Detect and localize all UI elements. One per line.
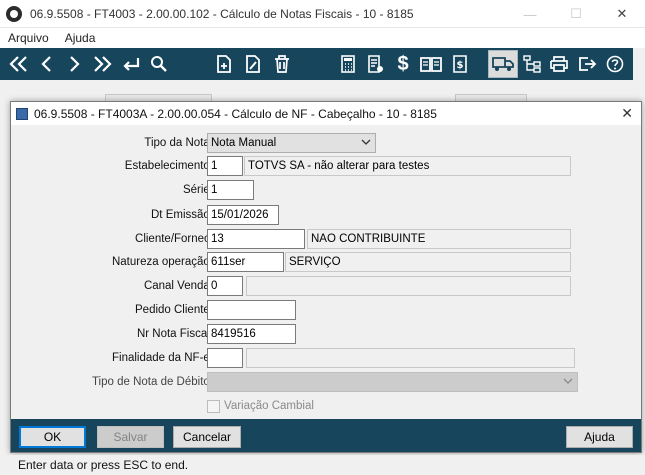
tipo-debito-select[interactable]: [207, 372, 578, 392]
estabelecimento-description: TOTVS SA - não alterar para testes: [244, 156, 571, 176]
canal-venda-label: Canal Venda:: [143, 280, 213, 292]
svg-text:$: $: [457, 60, 464, 71]
cliente-description: NAO CONTRIBUINTE: [307, 229, 571, 249]
nr-nota-label: Nr Nota Fiscal:: [136, 328, 213, 340]
app-logo-icon: [6, 5, 22, 22]
dt-emissao-input[interactable]: 15/01/2026: [207, 205, 279, 225]
salvar-button[interactable]: Salvar: [97, 426, 164, 448]
new-document-icon[interactable]: [212, 48, 236, 80]
cliente-input[interactable]: 13: [207, 229, 305, 249]
book-icon[interactable]: [417, 48, 445, 80]
truck-icon[interactable]: [488, 50, 518, 78]
main-toolbar: $ $: [0, 48, 633, 80]
dialog-title-bar: 06.9.5508 - FT4003A - 2.00.00.054 - Cálc…: [11, 102, 641, 125]
nr-nota-input[interactable]: 8419516: [207, 324, 296, 344]
tipo-nota-label: Tipo da Nota:: [144, 137, 213, 149]
estabelecimento-label: Estabelecimento:: [124, 160, 213, 172]
finalidade-input[interactable]: [207, 348, 243, 368]
chevron-down-icon: [563, 376, 573, 386]
hierarchy-icon[interactable]: [520, 48, 544, 80]
variacao-cambial-checkbox[interactable]: Variação Cambial: [207, 398, 314, 414]
main-title-bar: 06.9.5508 - FT4003 - 2.00.00.102 - Cálcu…: [0, 0, 645, 28]
first-icon[interactable]: [6, 48, 32, 80]
dialog-close-button[interactable]: ✕: [621, 105, 633, 122]
help-icon[interactable]: [603, 48, 627, 80]
finalidade-description: [246, 348, 575, 368]
checkbox-box[interactable]: [207, 399, 220, 413]
last-icon[interactable]: [89, 48, 115, 80]
close-button[interactable]: ✕: [599, 0, 645, 28]
natureza-input[interactable]: 611ser: [207, 252, 284, 272]
cancelar-button[interactable]: Cancelar: [173, 426, 241, 448]
minimize-button[interactable]: —: [507, 0, 553, 28]
menu-ajuda[interactable]: Ajuda: [57, 31, 104, 45]
edit-document-icon[interactable]: [241, 48, 265, 80]
pedido-cliente-label: Pedido Cliente:: [135, 304, 213, 316]
main-window-title: 06.9.5508 - FT4003 - 2.00.00.102 - Cálcu…: [30, 6, 414, 21]
nf-header-dialog: 06.9.5508 - FT4003A - 2.00.00.054 - Cálc…: [10, 101, 642, 453]
canal-venda-description: [246, 276, 571, 296]
print-icon[interactable]: [547, 48, 571, 80]
natureza-label: Natureza operação:: [111, 256, 213, 268]
window-controls: — ☐ ✕: [507, 0, 645, 28]
exit-icon[interactable]: [575, 48, 599, 80]
dollar-icon[interactable]: $: [391, 48, 415, 80]
menu-arquivo[interactable]: Arquivo: [0, 31, 57, 45]
dialog-app-icon: [16, 107, 28, 120]
finalidade-label: Finalidade da NF-e:: [112, 352, 213, 364]
ajuda-button[interactable]: Ajuda: [566, 426, 633, 448]
pedido-cliente-input[interactable]: [207, 300, 296, 320]
cliente-label: Cliente/Fornec:: [135, 233, 213, 245]
dialog-title: 06.9.5508 - FT4003A - 2.00.00.054 - Cálc…: [34, 106, 437, 121]
variacao-cambial-label: Variação Cambial: [224, 400, 314, 412]
dt-emissao-label: Dt Emissão:: [151, 209, 213, 221]
delete-icon[interactable]: [270, 48, 294, 80]
invoice-icon[interactable]: $: [448, 48, 472, 80]
tipo-debito-label: Tipo de Nota de Débito:: [91, 376, 213, 388]
estabelecimento-input[interactable]: 1: [207, 156, 243, 176]
menu-bar: Arquivo Ajuda: [0, 28, 645, 48]
search-icon[interactable]: [147, 48, 171, 80]
maximize-button[interactable]: ☐: [553, 0, 599, 28]
previous-icon[interactable]: [36, 48, 58, 80]
tipo-nota-select[interactable]: Nota Manual: [207, 133, 376, 153]
chevron-down-icon: [361, 137, 371, 147]
ok-button[interactable]: OK: [19, 426, 86, 448]
status-bar: Enter data or press ESC to end.: [0, 455, 645, 475]
dialog-button-bar: OK Salvar Cancelar Ajuda: [11, 419, 641, 452]
canal-venda-input[interactable]: 0: [207, 276, 243, 296]
calculator-icon[interactable]: [336, 48, 360, 80]
serie-input[interactable]: 1: [207, 180, 254, 200]
tipo-nota-value: Nota Manual: [211, 137, 277, 149]
enter-icon[interactable]: [118, 48, 144, 80]
report-icon[interactable]: [363, 48, 387, 80]
next-icon[interactable]: [63, 48, 85, 80]
natureza-description: SERVIÇO: [285, 252, 571, 272]
